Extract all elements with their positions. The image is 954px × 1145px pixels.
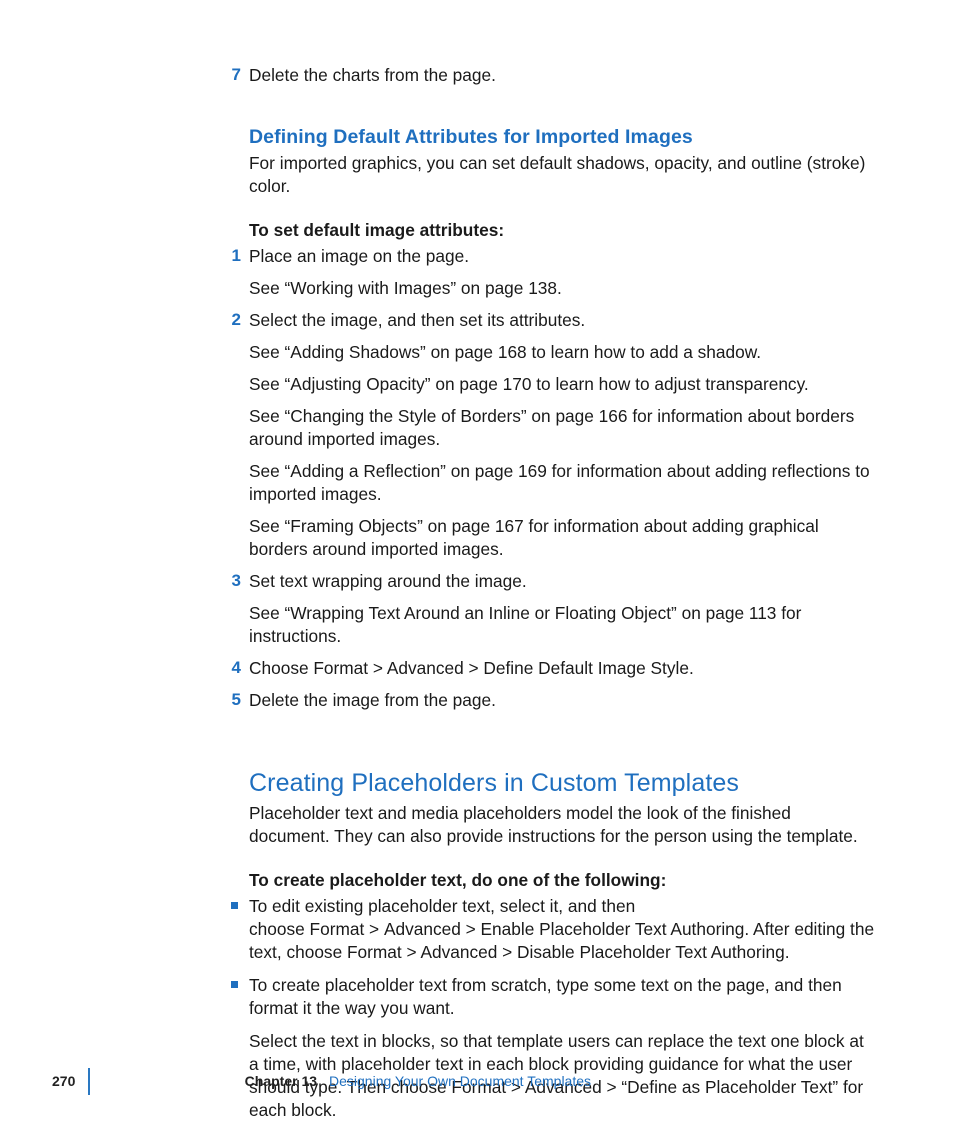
step-text: Delete the image from the page. bbox=[249, 690, 496, 710]
footer-divider bbox=[88, 1068, 89, 1095]
procedure-intro: To set default image attributes: bbox=[249, 220, 876, 241]
step-number: 7 bbox=[219, 64, 241, 87]
step-number: 1 bbox=[219, 245, 241, 268]
step-number: 4 bbox=[219, 657, 241, 680]
step-number: 5 bbox=[219, 689, 241, 712]
chapter-label: Chapter 13 bbox=[245, 1073, 317, 1089]
step-text: Place an image on the page. bbox=[249, 246, 469, 266]
square-bullet-icon bbox=[231, 981, 238, 988]
step-5: 5 Delete the image from the page. bbox=[249, 689, 876, 712]
step-text: Choose Format > Advanced > Define Defaul… bbox=[249, 658, 694, 678]
step-note: See “Changing the Style of Borders” on p… bbox=[249, 405, 876, 451]
section-description: Placeholder text and media placeholders … bbox=[249, 802, 876, 848]
content-column: 7 Delete the charts from the page. Defin… bbox=[249, 64, 876, 1131]
step-4: 4 Choose Format > Advanced > Define Defa… bbox=[249, 657, 876, 680]
bullet-item-2: To create placeholder text from scratch,… bbox=[249, 974, 876, 1020]
step-number: 2 bbox=[219, 309, 241, 332]
heading-creating-placeholders: Creating Placeholders in Custom Template… bbox=[249, 769, 876, 798]
step-1: 1 Place an image on the page. bbox=[249, 245, 876, 268]
step-number: 3 bbox=[219, 570, 241, 593]
step-note: See “Framing Objects” on page 167 for in… bbox=[249, 515, 876, 561]
step-note: See “Wrapping Text Around an Inline or F… bbox=[249, 602, 876, 648]
step-text: Select the image, and then set its attri… bbox=[249, 310, 585, 330]
step-note: See “Adding a Reflection” on page 169 fo… bbox=[249, 460, 876, 506]
section-description: For imported graphics, you can set defau… bbox=[249, 152, 876, 198]
bullet-text: To create placeholder text from scratch,… bbox=[249, 975, 842, 1018]
step-7: 7 Delete the charts from the page. bbox=[249, 64, 876, 87]
heading-defining-default-attributes: Defining Default Attributes for Imported… bbox=[249, 126, 876, 149]
step-note: See “Adjusting Opacity” on page 170 to l… bbox=[249, 373, 876, 396]
page-footer: 270 Chapter 13 Designing Your Own Docume… bbox=[52, 1066, 591, 1096]
step-note: See “Adding Shadows” on page 168 to lear… bbox=[249, 341, 876, 364]
page-number: 270 bbox=[52, 1073, 88, 1089]
bullet-item-1: To edit existing placeholder text, selec… bbox=[249, 895, 876, 964]
document-page: 7 Delete the charts from the page. Defin… bbox=[0, 0, 954, 1145]
square-bullet-icon bbox=[231, 902, 238, 909]
step-text: Set text wrapping around the image. bbox=[249, 571, 527, 591]
step-2: 2 Select the image, and then set its att… bbox=[249, 309, 876, 332]
bullet-text: To edit existing placeholder text, selec… bbox=[249, 896, 874, 962]
step-note: See “Working with Images” on page 138. bbox=[249, 277, 876, 300]
chapter-title: Designing Your Own Document Templates bbox=[329, 1073, 591, 1089]
step-text: Delete the charts from the page. bbox=[249, 65, 496, 85]
step-3: 3 Set text wrapping around the image. bbox=[249, 570, 876, 593]
procedure-intro: To create placeholder text, do one of th… bbox=[249, 870, 876, 891]
